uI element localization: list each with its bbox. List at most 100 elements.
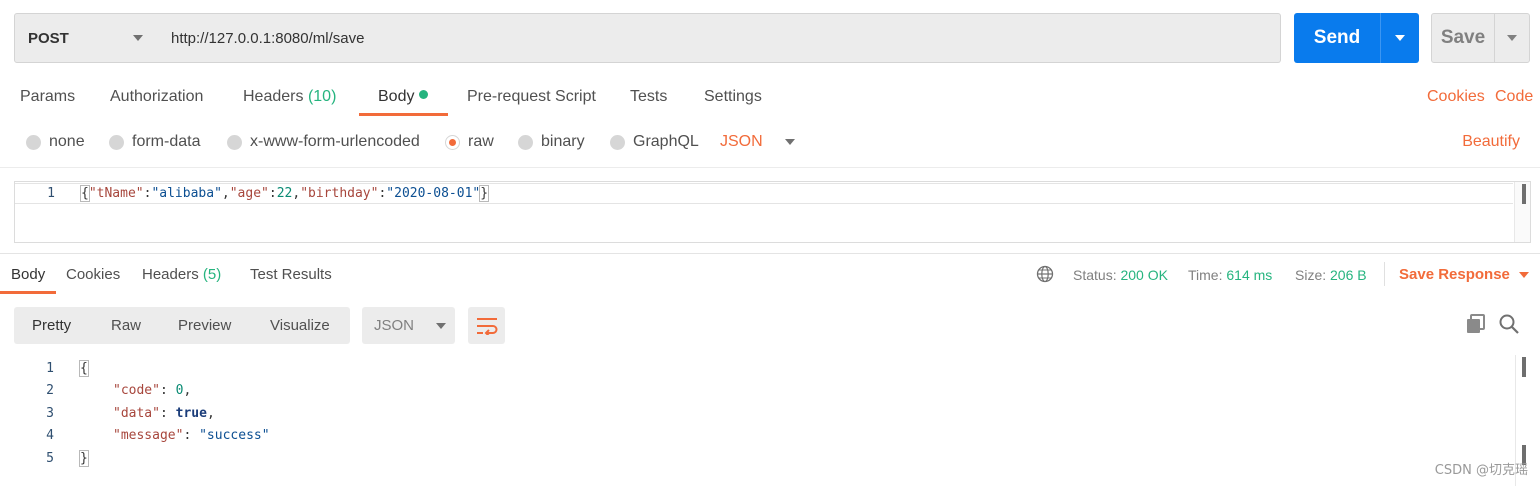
send-options-button[interactable]: [1381, 13, 1419, 63]
body-indicator-dot: [419, 90, 429, 99]
response-headers-count: (5): [202, 266, 222, 283]
radio-none[interactable]: none: [26, 133, 85, 151]
globe-icon[interactable]: [1036, 265, 1054, 283]
radio-graphql[interactable]: GraphQL: [610, 133, 699, 151]
radio-circle-icon: [227, 134, 242, 150]
divider: [1384, 262, 1385, 286]
tab-headers[interactable]: Headers (10): [243, 88, 336, 106]
beautify-link[interactable]: Beautify: [1462, 133, 1520, 151]
view-visualize-button[interactable]: Visualize: [270, 317, 330, 334]
status-value: 200 OK: [1120, 267, 1168, 283]
json-key: "data": [113, 406, 160, 421]
json-string: "2020-08-01": [386, 186, 481, 201]
json-string: "alibaba": [151, 186, 222, 201]
json-boolean: true: [175, 406, 207, 421]
json-brace: }: [79, 450, 89, 467]
line-number: 1: [46, 361, 54, 376]
method-select[interactable]: POST: [14, 13, 158, 63]
json-brace: {: [79, 360, 89, 377]
tab-headers-label: Headers: [243, 88, 304, 105]
json-comma: ,: [221, 186, 230, 201]
response-body-viewer[interactable]: 1 2 3 4 5 { "code": 0, "data": true, "me…: [14, 355, 1531, 486]
time-readout: Time: 614 ms: [1188, 267, 1272, 283]
radio-selected-icon: [445, 134, 460, 150]
chevron-down-icon: [133, 35, 143, 41]
radio-circle-icon: [26, 134, 41, 150]
save-options-button[interactable]: [1495, 14, 1529, 62]
json-key: "message": [113, 428, 184, 443]
code-link[interactable]: Code: [1495, 88, 1533, 106]
json-colon: :: [159, 406, 176, 421]
chevron-down-icon: [436, 322, 447, 329]
save-response-label: Save Response: [1399, 266, 1510, 283]
chevron-down-icon: [1395, 35, 1405, 41]
send-label: Send: [1313, 27, 1361, 48]
json-colon: :: [159, 383, 176, 398]
code-line: "data": true,: [113, 406, 215, 421]
save-response-button[interactable]: Save Response: [1399, 266, 1529, 283]
tab-body[interactable]: Body: [378, 88, 429, 106]
json-comma: ,: [206, 406, 215, 421]
time-value: 614 ms: [1226, 267, 1273, 283]
save-label: Save: [1440, 27, 1486, 48]
response-tab-test-results[interactable]: Test Results: [250, 266, 332, 283]
tab-authorization[interactable]: Authorization: [110, 88, 203, 106]
response-tab-cookies[interactable]: Cookies: [66, 266, 120, 283]
json-key: "birthday": [300, 186, 379, 201]
chevron-down-icon: [1518, 271, 1529, 278]
wrap-lines-icon: [476, 317, 497, 335]
format-value: JSON: [374, 317, 415, 334]
json-colon: :: [183, 428, 200, 443]
radio-label: none: [49, 133, 85, 150]
line-number: 2: [46, 383, 54, 398]
size-value: 206 B: [1330, 267, 1367, 283]
line-number: 1: [47, 186, 55, 201]
json-key: "code": [113, 383, 160, 398]
radio-binary[interactable]: binary: [518, 133, 585, 151]
editor-scroll-thumb[interactable]: [1522, 184, 1526, 204]
radio-urlencoded[interactable]: x-www-form-urlencoded: [227, 133, 420, 151]
divider: [0, 167, 1540, 168]
tab-pre-request-script[interactable]: Pre-request Script: [467, 88, 596, 106]
response-format-select[interactable]: JSON: [362, 307, 455, 344]
json-key: "age": [229, 186, 269, 201]
tab-settings[interactable]: Settings: [704, 88, 762, 106]
radio-form-data[interactable]: form-data: [109, 133, 200, 151]
viewer-scroll-thumb[interactable]: [1522, 357, 1526, 377]
line-number: 4: [46, 428, 54, 443]
wrap-lines-button[interactable]: [468, 307, 505, 344]
copy-icon[interactable]: [1465, 313, 1487, 335]
active-tab-indicator: [359, 113, 448, 116]
time-label: Time:: [1188, 267, 1223, 283]
status-label: Status:: [1073, 267, 1117, 283]
line-number: 5: [46, 451, 54, 466]
size-label: Size:: [1295, 267, 1327, 283]
view-pretty-button[interactable]: Pretty: [32, 317, 71, 334]
tab-params[interactable]: Params: [20, 88, 75, 106]
view-raw-button[interactable]: Raw: [111, 317, 141, 334]
response-tab-headers[interactable]: Headers (5): [142, 266, 221, 283]
tab-tests[interactable]: Tests: [630, 88, 667, 106]
status-readout: Status: 200 OK: [1073, 267, 1168, 283]
view-preview-button[interactable]: Preview: [178, 317, 231, 334]
request-tabs: Params Authorization Headers (10) Body P…: [0, 80, 1540, 116]
url-input[interactable]: http://127.0.0.1:8080/ml/save: [157, 13, 1281, 63]
send-button[interactable]: Send: [1294, 13, 1419, 63]
code-line: "code": 0,: [113, 383, 191, 398]
json-comma: ,: [292, 186, 301, 201]
method-value: POST: [28, 29, 69, 47]
save-button[interactable]: Save: [1431, 13, 1530, 63]
search-icon[interactable]: [1498, 313, 1520, 335]
response-view-selector: Pretty Raw Preview Visualize: [14, 307, 350, 344]
json-brace: {: [80, 185, 90, 202]
radio-circle-icon: [109, 134, 124, 150]
request-body-editor[interactable]: 1 {"tName":"alibaba","age":22,"birthday"…: [14, 181, 1531, 243]
active-tab-indicator: [0, 291, 56, 294]
response-tab-body[interactable]: Body: [11, 266, 45, 283]
radio-label: form-data: [132, 133, 201, 150]
code-line: "message": "success": [113, 428, 270, 443]
body-language-select[interactable]: JSON: [720, 133, 795, 151]
radio-raw[interactable]: raw: [445, 133, 494, 151]
cookies-link[interactable]: Cookies: [1427, 88, 1485, 106]
size-readout: Size: 206 B: [1295, 267, 1367, 283]
